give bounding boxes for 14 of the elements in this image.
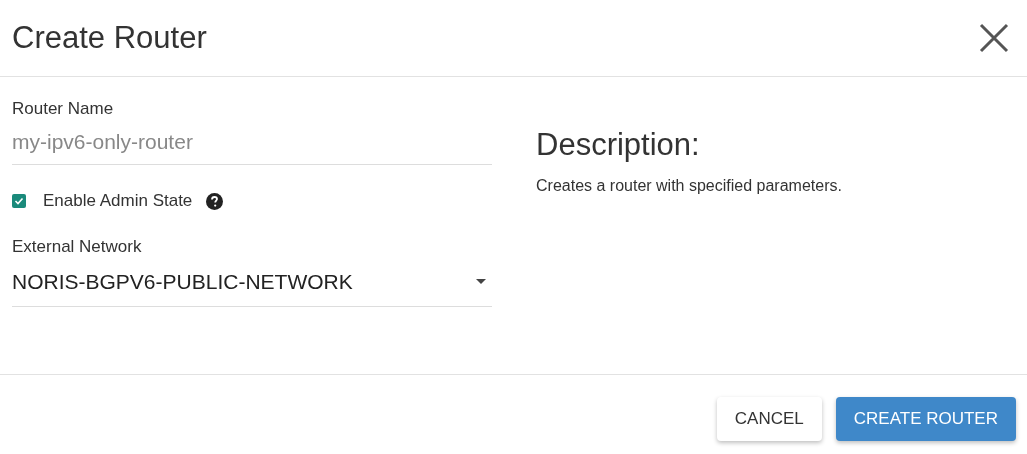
cancel-button[interactable]: CANCEL	[716, 397, 822, 441]
description-heading: Description:	[536, 127, 701, 163]
help-icon[interactable]	[206, 192, 224, 210]
checkbox[interactable]	[12, 194, 26, 208]
dialog-title: Create Router	[12, 20, 207, 56]
checkbox-label: Enable Admin State	[43, 191, 193, 211]
field-label: Router Name	[12, 99, 115, 119]
field-label: External Network	[12, 237, 143, 257]
network-select[interactable]: NORIS-BGPV6-PUBLIC-NETWORK	[12, 257, 492, 307]
create-button[interactable]: CREATE ROUTER	[835, 397, 1016, 441]
check-icon	[14, 196, 24, 206]
description-text: Creates a router with specified parameters.	[536, 177, 842, 195]
close-button[interactable]	[979, 23, 1009, 53]
caret-icon	[476, 279, 486, 284]
